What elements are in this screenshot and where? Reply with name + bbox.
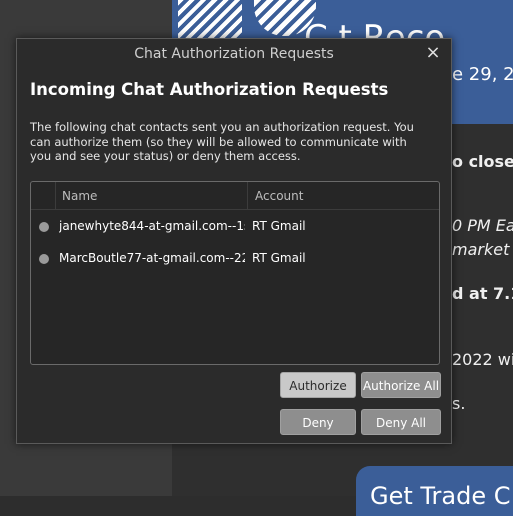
status-dot-icon (39, 254, 49, 264)
background-text-line: d at 7.1 (452, 284, 513, 303)
close-icon[interactable]: × (425, 42, 441, 63)
authorize-all-button[interactable]: Authorize All (361, 372, 441, 398)
contact-account: RT Gmail (252, 251, 306, 265)
dialog-title: Chat Authorization Requests (134, 46, 334, 62)
dialog-titlebar[interactable]: Chat Authorization Requests × (17, 39, 451, 70)
status-dot-icon (39, 222, 49, 232)
background-date: e 29, 20 (452, 64, 513, 85)
background-cta-label: Get Trade C (370, 482, 511, 510)
deny-all-button[interactable]: Deny All (361, 409, 441, 435)
background-text-line: market p (452, 240, 513, 259)
authorize-button[interactable]: Authorize (280, 372, 356, 398)
column-header-name[interactable]: Name (62, 189, 97, 203)
background-cta-button: Get Trade C (356, 466, 513, 516)
contact-account: RT Gmail (252, 219, 306, 233)
chat-authorization-dialog: Chat Authorization Requests × Incoming C… (16, 38, 452, 444)
column-divider (55, 182, 56, 209)
dialog-heading: Incoming Chat Authorization Requests (30, 80, 389, 99)
background-text-line: 0 PM Ea (452, 216, 513, 235)
background-text-line: s. (452, 394, 466, 413)
table-header: Name Account (31, 182, 439, 210)
background-text-line: 2022 wit (452, 350, 513, 369)
requests-table[interactable]: Name Account janewhyte844-at-gmail.com--… (30, 181, 440, 365)
deny-button[interactable]: Deny (280, 409, 356, 435)
background-logo (178, 0, 242, 40)
column-divider (247, 182, 248, 209)
background-text-line: o close) (452, 152, 513, 171)
table-row[interactable]: janewhyte844-at-gmail.com--1sl... RT Gma… (31, 212, 439, 240)
column-header-account[interactable]: Account (255, 189, 303, 203)
contact-name: janewhyte844-at-gmail.com--1sl... (59, 219, 245, 233)
table-row[interactable]: MarcBoutle77-at-gmail.com--22... RT Gmai… (31, 244, 439, 272)
dialog-description: The following chat contacts sent you an … (30, 120, 414, 163)
contact-name: MarcBoutle77-at-gmail.com--22... (59, 251, 245, 265)
